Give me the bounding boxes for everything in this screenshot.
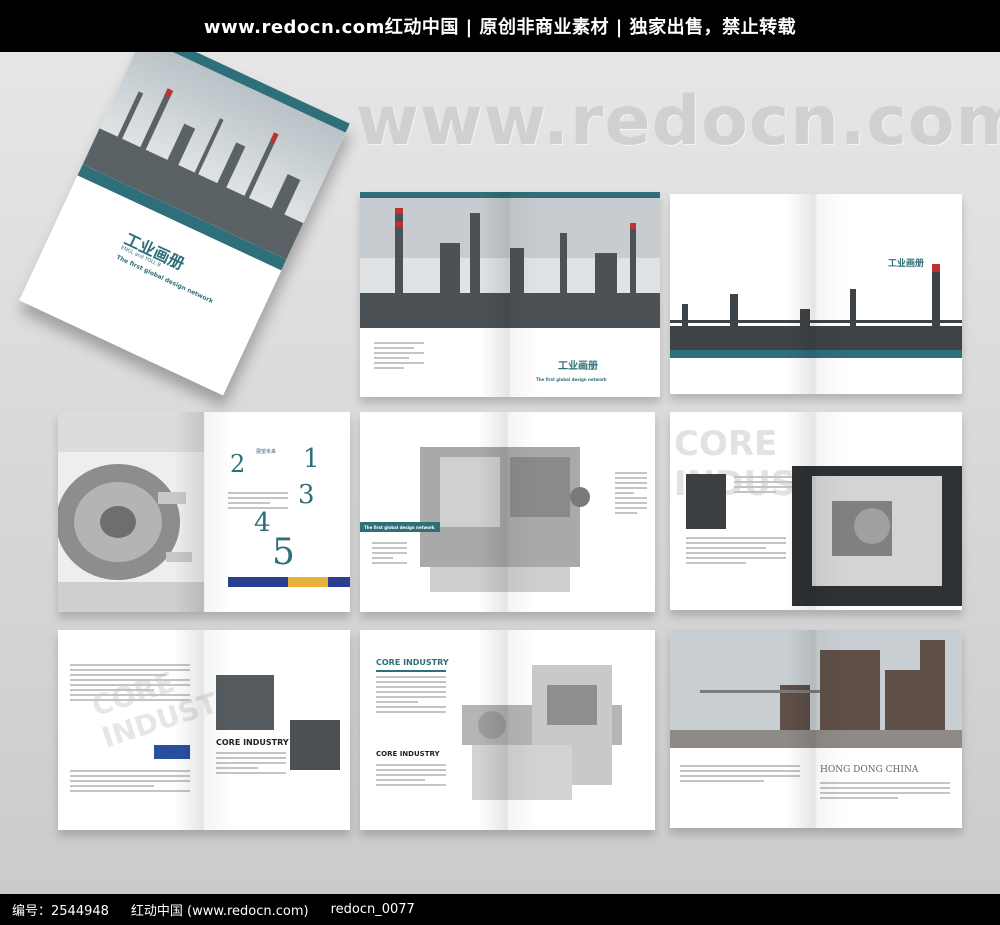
spread-4-teal-label: The first global design network xyxy=(360,522,440,532)
spread-1-title: 工业画册 xyxy=(558,361,598,372)
spread-3: 2 展望未来 1 3 4 5 xyxy=(58,412,350,612)
spread-5-lathe-photo xyxy=(792,466,962,606)
spread-4-text-left xyxy=(372,542,407,567)
spread-6-heading: CORE INDUSTRY xyxy=(216,738,289,747)
spread-7-heading-rule xyxy=(376,670,446,672)
spread-5: CORE INDUSTRY xyxy=(670,412,962,610)
spread-7-text-top xyxy=(376,676,446,716)
top-banner: www.redocn.com红动中国 | 原创非商业素材 | 独家出售，禁止转载 xyxy=(0,0,1000,52)
spread-7-heading: CORE INDUSTRY xyxy=(376,658,449,667)
spread-8: HONG DONG CHINA xyxy=(670,630,962,828)
spread-3-text-block xyxy=(228,492,288,512)
spread-3-blue-banner xyxy=(228,577,350,587)
spread-8-heading: HONG DONG CHINA xyxy=(820,765,919,775)
spread-8-text-right xyxy=(820,782,950,802)
spread-6-text-bottom xyxy=(70,770,190,795)
site-name: 红动中国 (www.redocn.com) xyxy=(130,904,309,919)
spread-6: CORE INDUSTRY CORE INDUSTRY xyxy=(58,630,350,830)
spread-3-number-3: 3 xyxy=(298,480,315,510)
spread-7-lathe-photo xyxy=(462,665,622,800)
spread-5-text-left xyxy=(686,537,786,567)
spread-7: CORE INDUSTRY CORE INDUSTRY xyxy=(360,630,655,830)
spread-1-refinery-photo xyxy=(360,198,660,328)
spread-4-machine-photo xyxy=(420,447,590,592)
spread-3-gold-accent xyxy=(288,577,328,587)
spread-8-text-left xyxy=(680,765,800,785)
spread-2: 工业画册 xyxy=(670,194,962,394)
spread-6-photo-right xyxy=(290,720,340,770)
spread-6-blue-shape xyxy=(154,745,190,759)
spread-7-text-bottom xyxy=(376,764,446,789)
uploader-name: redocn_0077 xyxy=(330,902,415,917)
spread-6-text-left xyxy=(70,664,190,704)
spread-4: The first global design network xyxy=(360,412,655,612)
bottom-info-bar: 编号：2544948 红动中国 (www.redocn.com) redocn_… xyxy=(0,894,1000,925)
brochure-cover: 工业画册 ENGL and YOLL B The first global de… xyxy=(19,52,350,396)
spread-5-text-top xyxy=(734,476,794,496)
spread-6-text-right xyxy=(216,752,286,777)
spread-4-tagline: The first global design network xyxy=(364,525,435,530)
spread-1-text-block xyxy=(374,342,424,372)
spread-3-lathe-chuck-photo xyxy=(58,412,204,612)
image-id: 编号：2544948 xyxy=(12,904,109,919)
spread-3-number-1: 1 xyxy=(303,444,320,474)
watermark-text: www.redocn.com xyxy=(356,82,1000,161)
spread-2-refinery-silhouette xyxy=(670,254,962,354)
spread-3-number-2: 2 xyxy=(230,450,246,478)
spread-2-title: 工业画册 xyxy=(888,259,925,269)
spread-3-number-5: 5 xyxy=(272,532,295,573)
spread-8-steel-plant-photo xyxy=(670,630,962,748)
banner-text: www.redocn.com红动中国 | 原创非商业素材 | 独家出售，禁止转载 xyxy=(203,17,797,38)
spread-2-bottom-stripe xyxy=(670,350,962,358)
spread-5-photo-small xyxy=(686,474,726,529)
spread-3-title: 展望未来 xyxy=(256,449,277,455)
spread-6-machine-photo xyxy=(216,675,274,730)
spread-7-heading-2: CORE INDUSTRY xyxy=(376,750,440,758)
catalog-stage: www.redocn.com 工业画册 ENGL and YOLL B The … xyxy=(0,52,1000,894)
spread-3-number-4: 4 xyxy=(254,508,271,538)
spread-4-text-right xyxy=(615,472,647,517)
spread-1-tagline: The first global design network xyxy=(536,377,607,382)
spread-1: 工业画册 The first global design network xyxy=(360,192,660,397)
